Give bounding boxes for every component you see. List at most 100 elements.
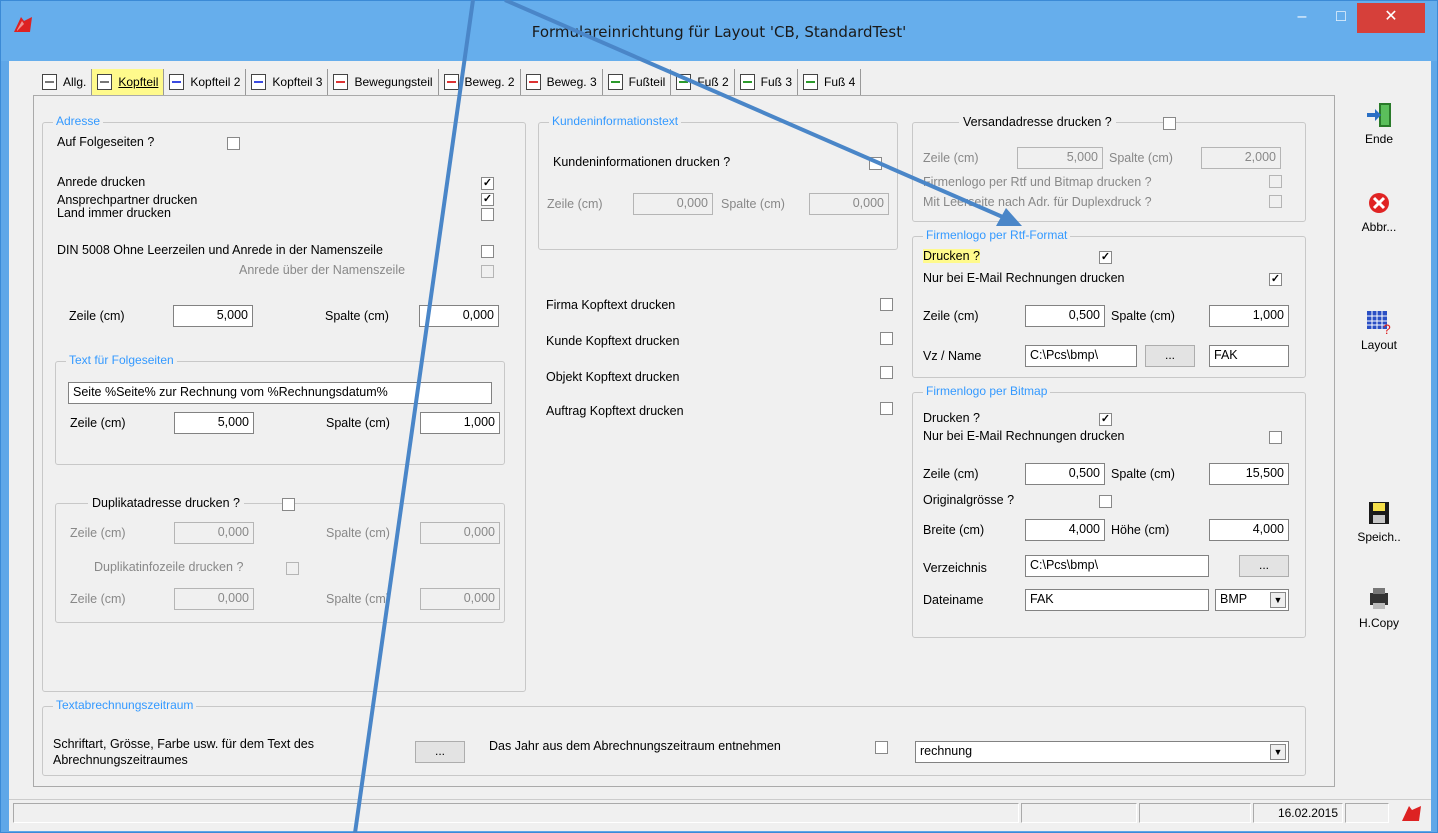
form-page-icon <box>525 74 541 90</box>
status-cell <box>13 803 1019 823</box>
tab-label: Kopfteil <box>118 75 159 89</box>
duplikat-checkbox[interactable] <box>282 498 295 511</box>
rtf-zeile-input[interactable]: 0,500 <box>1025 305 1105 327</box>
title-bar[interactable]: Formulareinrichtung für Layout 'CB, Stan… <box>1 1 1437 61</box>
dateiname-label: Dateiname <box>923 593 984 607</box>
zeitraum-select[interactable]: rechnung ▼ <box>915 741 1289 763</box>
abbr-button[interactable]: Abbr... <box>1341 189 1417 234</box>
kundeninfo-group: Kundeninformationstext Kundeninformation… <box>538 114 898 250</box>
ansprechpartner-checkbox[interactable]: ✓ <box>481 193 494 206</box>
anrede-ueber-checkbox[interactable] <box>481 265 494 278</box>
tab-kopfteil-2[interactable]: Kopfteil 2 <box>164 69 247 95</box>
auf-folgeseiten-checkbox[interactable] <box>227 137 240 150</box>
firma-kopftext-checkbox[interactable] <box>880 298 893 311</box>
bitmap-legend: Firmenlogo per Bitmap <box>923 384 1051 398</box>
minimize-button[interactable]: – <box>1280 3 1324 33</box>
rtf-spalte-input[interactable]: 1,000 <box>1209 305 1289 327</box>
bitmap-ext-value: BMP <box>1220 592 1248 606</box>
folgeseiten-spalte-input[interactable]: 1,000 <box>420 412 500 434</box>
tab-allg[interactable]: Allg. <box>37 69 93 95</box>
form-page-icon <box>97 74 113 90</box>
status-date: 16.02.2015 <box>1253 803 1343 823</box>
zeile-label: Zeile (cm) <box>69 309 125 323</box>
rtf-name-input[interactable]: FAK <box>1209 345 1289 367</box>
rtf-browse-button[interactable]: ... <box>1145 345 1195 367</box>
window-title: Formulareinrichtung für Layout 'CB, Stan… <box>531 23 907 41</box>
schrift-label-2: Abrechnungszeitraumes <box>53 753 188 767</box>
din5008-checkbox[interactable] <box>481 245 494 258</box>
bitmap-browse-button[interactable]: ... <box>1239 555 1289 577</box>
versand-spalte-input[interactable]: 2,000 <box>1201 147 1281 169</box>
duplikat-group: Duplikatadresse drucken ? Zeile (cm) 0,0… <box>55 496 505 623</box>
tab-label: Bewegungsteil <box>354 75 433 89</box>
duplikat-spalte-input[interactable]: 0,000 <box>420 522 500 544</box>
layout-grid-icon: ? <box>1365 307 1393 337</box>
ende-button[interactable]: Ende <box>1341 101 1417 146</box>
bitmap-hoehe-input[interactable]: 4,000 <box>1209 519 1289 541</box>
anrede-drucken-checkbox[interactable]: ✓ <box>481 177 494 190</box>
tab-bewegungsteil[interactable]: Bewegungsteil <box>328 69 439 95</box>
abbr-label: Abbr... <box>1361 220 1397 234</box>
leerseite-checkbox[interactable] <box>1269 195 1282 208</box>
ende-label: Ende <box>1364 132 1394 146</box>
tab-label: Fußteil <box>628 75 666 89</box>
hoehe-label: Höhe (cm) <box>1111 523 1170 537</box>
folgeseiten-zeile-input[interactable]: 5,000 <box>174 412 254 434</box>
layout-button[interactable]: ? Layout <box>1341 307 1417 352</box>
form-page-icon <box>803 74 818 90</box>
kundeninfo-zeile-input[interactable]: 0,000 <box>633 193 713 215</box>
duplikat-zeile-input[interactable]: 0,000 <box>174 522 254 544</box>
tab-beweg-2[interactable]: Beweg. 2 <box>439 69 521 95</box>
folgeseiten-text-input[interactable]: Seite %Seite% zur Rechnung vom %Rechnung… <box>68 382 492 404</box>
bitmap-spalte-input[interactable]: 15,500 <box>1209 463 1289 485</box>
duplikat-zeile2-input[interactable]: 0,000 <box>174 588 254 610</box>
rtf-drucken-checkbox[interactable]: ✓ <box>1099 251 1112 264</box>
kunde-kopftext-checkbox[interactable] <box>880 332 893 345</box>
bitmap-verzeichnis-input[interactable]: C:\Pcs\bmp\ <box>1025 555 1209 577</box>
main-window: Formulareinrichtung für Layout 'CB, Stan… <box>0 0 1438 833</box>
bitmap-drucken-checkbox[interactable]: ✓ <box>1099 413 1112 426</box>
bitmap-dateiname-input[interactable]: FAK <box>1025 589 1209 611</box>
tab-fuss-3[interactable]: Fuß 3 <box>735 69 798 95</box>
versand-checkbox[interactable] <box>1163 117 1176 130</box>
rtf-email-checkbox[interactable]: ✓ <box>1269 273 1282 286</box>
objekt-kopftext-checkbox[interactable] <box>880 366 893 379</box>
duplikatinfo-checkbox[interactable] <box>286 562 299 575</box>
kundeninfo-spalte-input[interactable]: 0,000 <box>809 193 889 215</box>
originalgroesse-checkbox[interactable] <box>1099 495 1112 508</box>
tab-beweg-3[interactable]: Beweg. 3 <box>521 69 603 95</box>
tab-kopfteil-3[interactable]: Kopfteil 3 <box>246 69 329 95</box>
anrede-ueber-label: Anrede über der Namenszeile <box>239 263 406 277</box>
tab-fussteil[interactable]: Fußteil <box>603 69 672 95</box>
jahr-checkbox[interactable] <box>875 741 888 754</box>
tab-fuss-2[interactable]: Fuß 2 <box>671 69 735 95</box>
zeitraum-font-button[interactable]: ... <box>415 741 465 763</box>
tab-fuss-4[interactable]: Fuß 4 <box>798 69 862 95</box>
close-button[interactable]: ✕ <box>1357 3 1425 33</box>
tab-kopfteil[interactable]: Kopfteil <box>92 69 165 95</box>
hcopy-button[interactable]: H.Copy <box>1341 585 1417 630</box>
bitmap-email-checkbox[interactable] <box>1269 431 1282 444</box>
kundeninfo-checkbox[interactable] <box>869 157 882 170</box>
adresse-spalte-input[interactable]: 0,000 <box>419 305 499 327</box>
versand-zeile-input[interactable]: 5,000 <box>1017 147 1103 169</box>
auftrag-kopftext-checkbox[interactable] <box>880 402 893 415</box>
chevron-down-icon[interactable]: ▼ <box>1270 744 1286 760</box>
duplikat-spalte2-input[interactable]: 0,000 <box>420 588 500 610</box>
rtf-bitmap-checkbox[interactable] <box>1269 175 1282 188</box>
rtf-vz-input[interactable]: C:\Pcs\bmp\ <box>1025 345 1137 367</box>
speich-button[interactable]: Speich.. <box>1341 499 1417 544</box>
land-immer-checkbox[interactable] <box>481 208 494 221</box>
bitmap-ext-select[interactable]: BMP ▼ <box>1215 589 1289 611</box>
chevron-down-icon[interactable]: ▼ <box>1270 592 1286 608</box>
rtf-drucken-label: Drucken ? <box>923 249 980 263</box>
duplikatinfo-label: Duplikatinfozeile drucken ? <box>94 560 244 574</box>
bitmap-zeile-input[interactable]: 0,500 <box>1025 463 1105 485</box>
spalte-label: Spalte (cm) <box>326 416 390 430</box>
bitmap-breite-input[interactable]: 4,000 <box>1025 519 1105 541</box>
spalte-label: Spalte (cm) <box>326 526 390 540</box>
adresse-zeile-input[interactable]: 5,000 <box>173 305 253 327</box>
zeile-label: Zeile (cm) <box>70 416 126 430</box>
kundeninfo-legend: Kundeninformationstext <box>549 114 682 128</box>
form-page-icon <box>607 74 623 90</box>
